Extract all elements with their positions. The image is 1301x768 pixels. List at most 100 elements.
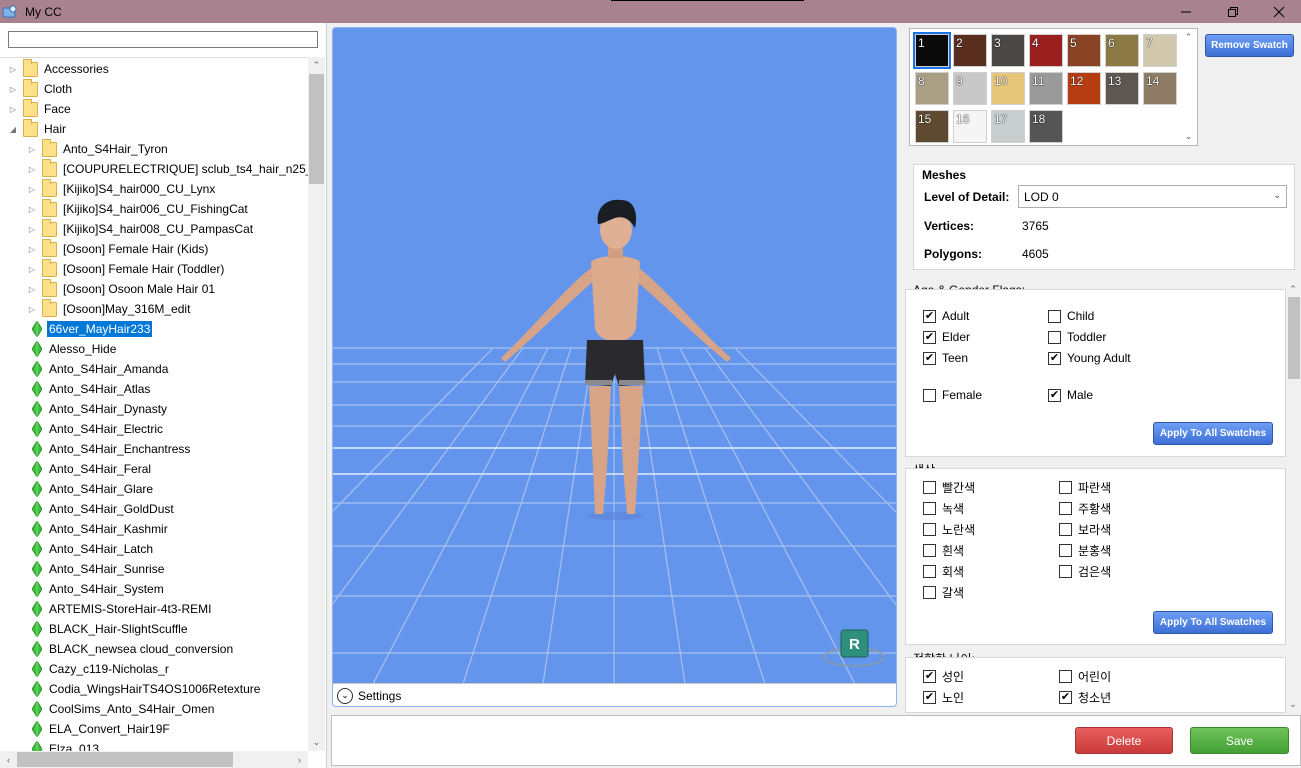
- brown-checkbox[interactable]: 갈색: [923, 584, 964, 601]
- tree-item[interactable]: 66ver_MayHair233: [26, 319, 153, 339]
- scroll-thumb[interactable]: [1288, 297, 1300, 379]
- color-swatch[interactable]: 13: [1105, 72, 1139, 105]
- red-checkbox[interactable]: 빨간색: [923, 479, 975, 496]
- expand-toggle-icon[interactable]: ▷: [7, 103, 19, 115]
- scroll-up-arrow-icon[interactable]: ⌃: [1286, 281, 1300, 298]
- expand-toggle-icon[interactable]: ▷: [26, 183, 38, 195]
- tree-horizontal-scrollbar[interactable]: ‹ ›: [0, 751, 308, 768]
- tree-folder[interactable]: ▷ Accessories: [7, 58, 111, 79]
- purple-checkbox[interactable]: 보라색: [1059, 521, 1111, 538]
- color-swatch[interactable]: 6: [1105, 34, 1139, 67]
- scroll-right-arrow-icon[interactable]: ›: [291, 751, 308, 768]
- properties-scrollbar[interactable]: ⌃ ⌄: [1287, 283, 1301, 713]
- tree-folder[interactable]: ▷ [Osoon] Female Hair (Kids): [26, 238, 210, 259]
- expand-toggle-icon[interactable]: ▷: [26, 263, 38, 275]
- color-swatch[interactable]: 18: [1029, 110, 1063, 143]
- white-checkbox[interactable]: 흰색: [923, 542, 964, 559]
- remove-swatch-button[interactable]: Remove Swatch: [1205, 34, 1294, 57]
- expand-toggle-icon[interactable]: ◢: [7, 123, 19, 135]
- pink-checkbox[interactable]: 분홍색: [1059, 542, 1111, 559]
- tree-item[interactable]: Elza_013: [26, 739, 101, 751]
- expand-toggle-icon[interactable]: ▷: [7, 83, 19, 95]
- tree-item[interactable]: ELA_Convert_Hair19F: [26, 719, 172, 739]
- tree-item[interactable]: Anto_S4Hair_System: [26, 579, 166, 599]
- scroll-up-arrow-icon[interactable]: ⌃: [308, 57, 325, 74]
- color-swatch[interactable]: 8: [915, 72, 949, 105]
- orange-checkbox[interactable]: 주황색: [1059, 500, 1111, 517]
- young-adult-checkbox[interactable]: ✔ Young Adult: [1048, 351, 1131, 365]
- blue-checkbox[interactable]: 파란색: [1059, 479, 1111, 496]
- elder-kr-checkbox[interactable]: ✔ 노인: [923, 689, 964, 706]
- color-swatch[interactable]: 17: [991, 110, 1025, 143]
- expand-toggle-icon[interactable]: ▷: [26, 203, 38, 215]
- tree-item[interactable]: Anto_S4Hair_Dynasty: [26, 399, 169, 419]
- delete-button[interactable]: Delete: [1075, 727, 1173, 754]
- tree-folder[interactable]: ▷ Anto_S4Hair_Tyron: [26, 138, 170, 159]
- child-kr-checkbox[interactable]: 어린이: [1059, 668, 1111, 685]
- expand-toggle-icon[interactable]: ▷: [26, 303, 38, 315]
- scroll-down-arrow-icon[interactable]: ⌄: [308, 734, 325, 751]
- male-checkbox[interactable]: ✔ Male: [1048, 388, 1093, 402]
- expand-toggle-icon[interactable]: ▷: [26, 143, 38, 155]
- color-swatch[interactable]: 11: [1029, 72, 1063, 105]
- tree-item[interactable]: Cazy_c119-Nicholas_r: [26, 659, 171, 679]
- adult-kr-checkbox[interactable]: ✔ 성인: [923, 668, 964, 685]
- tree-item[interactable]: Anto_S4Hair_Electric: [26, 419, 165, 439]
- black-checkbox[interactable]: 검은색: [1059, 563, 1111, 580]
- expand-toggle-icon[interactable]: ▷: [26, 283, 38, 295]
- maximize-button[interactable]: [1210, 0, 1256, 23]
- scroll-up-arrow-icon[interactable]: ⌃: [1180, 29, 1197, 46]
- scroll-left-arrow-icon[interactable]: ‹: [0, 751, 17, 768]
- tree-folder[interactable]: ◢ Hair: [7, 118, 68, 139]
- color-swatch[interactable]: 1: [913, 32, 951, 69]
- model-viewport[interactable]: R ⌄ Settings: [332, 27, 897, 707]
- tree-item[interactable]: Codia_WingsHairTS4OS1006Retexture: [26, 679, 262, 699]
- expand-toggle-icon[interactable]: ▷: [26, 243, 38, 255]
- tree-folder[interactable]: ▷ [Kijiko]S4_hair008_CU_PampasCat: [26, 218, 255, 239]
- color-swatch[interactable]: 14: [1143, 72, 1177, 105]
- color-swatch[interactable]: 15: [915, 110, 949, 143]
- apply-age-gender-button[interactable]: Apply To All Swatches: [1153, 422, 1273, 445]
- tree-item[interactable]: Anto_S4Hair_Latch: [26, 539, 155, 559]
- tree-item[interactable]: Anto_S4Hair_Atlas: [26, 379, 152, 399]
- minimize-button[interactable]: [1163, 0, 1209, 23]
- tree-folder[interactable]: ▷ Face: [7, 98, 73, 119]
- tree-folder[interactable]: ▷ Cloth: [7, 78, 74, 99]
- expand-toggle-icon[interactable]: ▷: [26, 163, 38, 175]
- tree-folder[interactable]: ▷ [Osoon]May_316M_edit: [26, 298, 192, 319]
- teen-checkbox[interactable]: ✔ Teen: [923, 351, 968, 365]
- elder-checkbox[interactable]: ✔ Elder: [923, 330, 970, 344]
- tree-item[interactable]: ARTEMIS-StoreHair-4t3-REMI: [26, 599, 213, 619]
- tree-folder[interactable]: ▷ [Kijiko]S4_hair006_CU_FishingCat: [26, 198, 250, 219]
- close-button[interactable]: [1256, 0, 1301, 23]
- swatch-scrollbar[interactable]: ⌃ ⌄: [1180, 29, 1197, 145]
- teen-kr-checkbox[interactable]: ✔ 청소년: [1059, 689, 1111, 706]
- green-checkbox[interactable]: 녹색: [923, 500, 964, 517]
- female-checkbox[interactable]: Female: [923, 388, 982, 402]
- expand-toggle-icon[interactable]: ▷: [7, 63, 19, 75]
- scroll-down-arrow-icon[interactable]: ⌄: [1286, 696, 1300, 713]
- tree-folder[interactable]: ▷ [COUPURELECTRIQUE] sclub_ts4_hair_n25_A…: [26, 158, 308, 179]
- scroll-down-arrow-icon[interactable]: ⌄: [1180, 128, 1197, 145]
- color-swatch[interactable]: 9: [953, 72, 987, 105]
- tree-item[interactable]: BLACK_newsea cloud_conversion: [26, 639, 235, 659]
- tree-item[interactable]: Anto_S4Hair_Kashmir: [26, 519, 170, 539]
- tree-item[interactable]: Anto_S4Hair_Glare: [26, 479, 155, 499]
- tree-item[interactable]: Anto_S4Hair_Enchantress: [26, 439, 192, 459]
- apply-colors-button[interactable]: Apply To All Swatches: [1153, 611, 1273, 634]
- color-swatch[interactable]: 10: [991, 72, 1025, 105]
- toddler-checkbox[interactable]: Toddler: [1048, 330, 1106, 344]
- lod-select[interactable]: LOD 0 ⌄: [1018, 185, 1287, 208]
- gray-checkbox[interactable]: 회색: [923, 563, 964, 580]
- color-swatch[interactable]: 2: [953, 34, 987, 67]
- color-swatch[interactable]: 3: [991, 34, 1025, 67]
- tree-item[interactable]: Alesso_Hide: [26, 339, 118, 359]
- tree-item[interactable]: Anto_S4Hair_Amanda: [26, 359, 170, 379]
- tree-folder[interactable]: ▷ [Osoon] Female Hair (Toddler): [26, 258, 226, 279]
- color-swatch[interactable]: 4: [1029, 34, 1063, 67]
- yellow-checkbox[interactable]: 노란색: [923, 521, 975, 538]
- save-button[interactable]: Save: [1190, 727, 1289, 754]
- expand-toggle-icon[interactable]: ▷: [26, 223, 38, 235]
- child-checkbox[interactable]: Child: [1048, 309, 1094, 323]
- tree-folder[interactable]: ▷ [Osoon] Osoon Male Hair 01: [26, 278, 217, 299]
